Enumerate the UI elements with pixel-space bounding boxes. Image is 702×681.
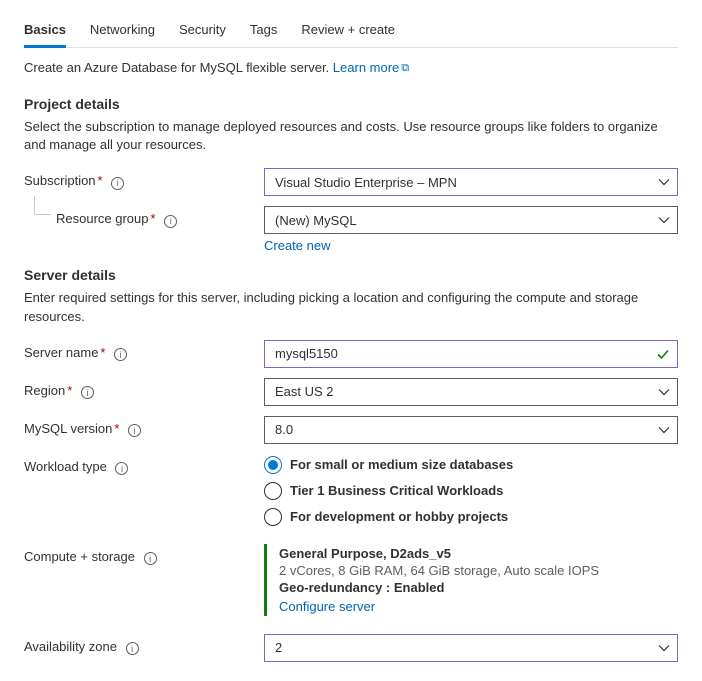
- info-icon[interactable]: i: [111, 177, 124, 190]
- intro-description: Create an Azure Database for MySQL flexi…: [24, 60, 329, 75]
- tabs-bar: Basics Networking Security Tags Review +…: [24, 16, 678, 48]
- info-icon[interactable]: i: [164, 215, 177, 228]
- project-details-heading: Project details: [24, 96, 678, 112]
- compute-tier-title: General Purpose, D2ads_v5: [279, 546, 678, 561]
- subscription-select[interactable]: Visual Studio Enterprise – MPN: [264, 168, 678, 196]
- mysql-version-value: 8.0: [264, 416, 678, 444]
- server-name-label: Server name* i: [24, 340, 264, 361]
- compute-geo-redundancy: Geo-redundancy : Enabled: [279, 580, 678, 595]
- check-icon: [656, 347, 670, 361]
- info-icon[interactable]: i: [126, 642, 139, 655]
- server-name-input[interactable]: [264, 340, 678, 368]
- radio-icon: [264, 456, 282, 474]
- mysql-version-label: MySQL version* i: [24, 416, 264, 437]
- tab-networking[interactable]: Networking: [90, 16, 155, 48]
- server-details-description: Enter required settings for this server,…: [24, 289, 678, 325]
- subscription-label: Subscription* i: [24, 168, 264, 189]
- tab-tags[interactable]: Tags: [250, 16, 277, 48]
- resource-group-select[interactable]: (New) MySQL: [264, 206, 678, 234]
- workload-option-small-medium[interactable]: For small or medium size databases: [264, 456, 678, 474]
- radio-label: Tier 1 Business Critical Workloads: [290, 483, 503, 498]
- info-icon[interactable]: i: [114, 348, 127, 361]
- workload-option-tier1[interactable]: Tier 1 Business Critical Workloads: [264, 482, 678, 500]
- compute-detail: 2 vCores, 8 GiB RAM, 64 GiB storage, Aut…: [279, 563, 678, 578]
- region-label: Region* i: [24, 378, 264, 399]
- info-icon[interactable]: i: [128, 424, 141, 437]
- configure-server-link[interactable]: Configure server: [279, 599, 375, 614]
- region-value: East US 2: [264, 378, 678, 406]
- compute-storage-summary: General Purpose, D2ads_v5 2 vCores, 8 Gi…: [264, 544, 678, 616]
- tab-security[interactable]: Security: [179, 16, 226, 48]
- resource-group-value: (New) MySQL: [264, 206, 678, 234]
- server-details-heading: Server details: [24, 267, 678, 283]
- radio-icon: [264, 508, 282, 526]
- radio-label: For development or hobby projects: [290, 509, 508, 524]
- radio-icon: [264, 482, 282, 500]
- external-link-icon: ⧉: [401, 62, 409, 74]
- tab-basics[interactable]: Basics: [24, 16, 66, 48]
- intro-text: Create an Azure Database for MySQL flexi…: [24, 60, 678, 76]
- resource-group-label: Resource group* i: [24, 206, 264, 227]
- availability-zone-label: Availability zone i: [24, 634, 264, 655]
- project-details-description: Select the subscription to manage deploy…: [24, 118, 678, 154]
- info-icon[interactable]: i: [81, 386, 94, 399]
- create-new-link[interactable]: Create new: [264, 238, 330, 253]
- availability-zone-select[interactable]: 2: [264, 634, 678, 662]
- workload-type-label: Workload type i: [24, 454, 264, 475]
- learn-more-link[interactable]: Learn more⧉: [333, 60, 409, 75]
- info-icon[interactable]: i: [115, 462, 128, 475]
- mysql-version-select[interactable]: 8.0: [264, 416, 678, 444]
- info-icon[interactable]: i: [144, 552, 157, 565]
- availability-zone-value: 2: [264, 634, 678, 662]
- compute-storage-label: Compute + storage i: [24, 544, 264, 565]
- region-select[interactable]: East US 2: [264, 378, 678, 406]
- workload-option-dev-hobby[interactable]: For development or hobby projects: [264, 508, 678, 526]
- radio-label: For small or medium size databases: [290, 457, 513, 472]
- workload-type-radio-group: For small or medium size databases Tier …: [264, 454, 678, 526]
- subscription-value: Visual Studio Enterprise – MPN: [264, 168, 678, 196]
- tab-review-create[interactable]: Review + create: [301, 16, 395, 48]
